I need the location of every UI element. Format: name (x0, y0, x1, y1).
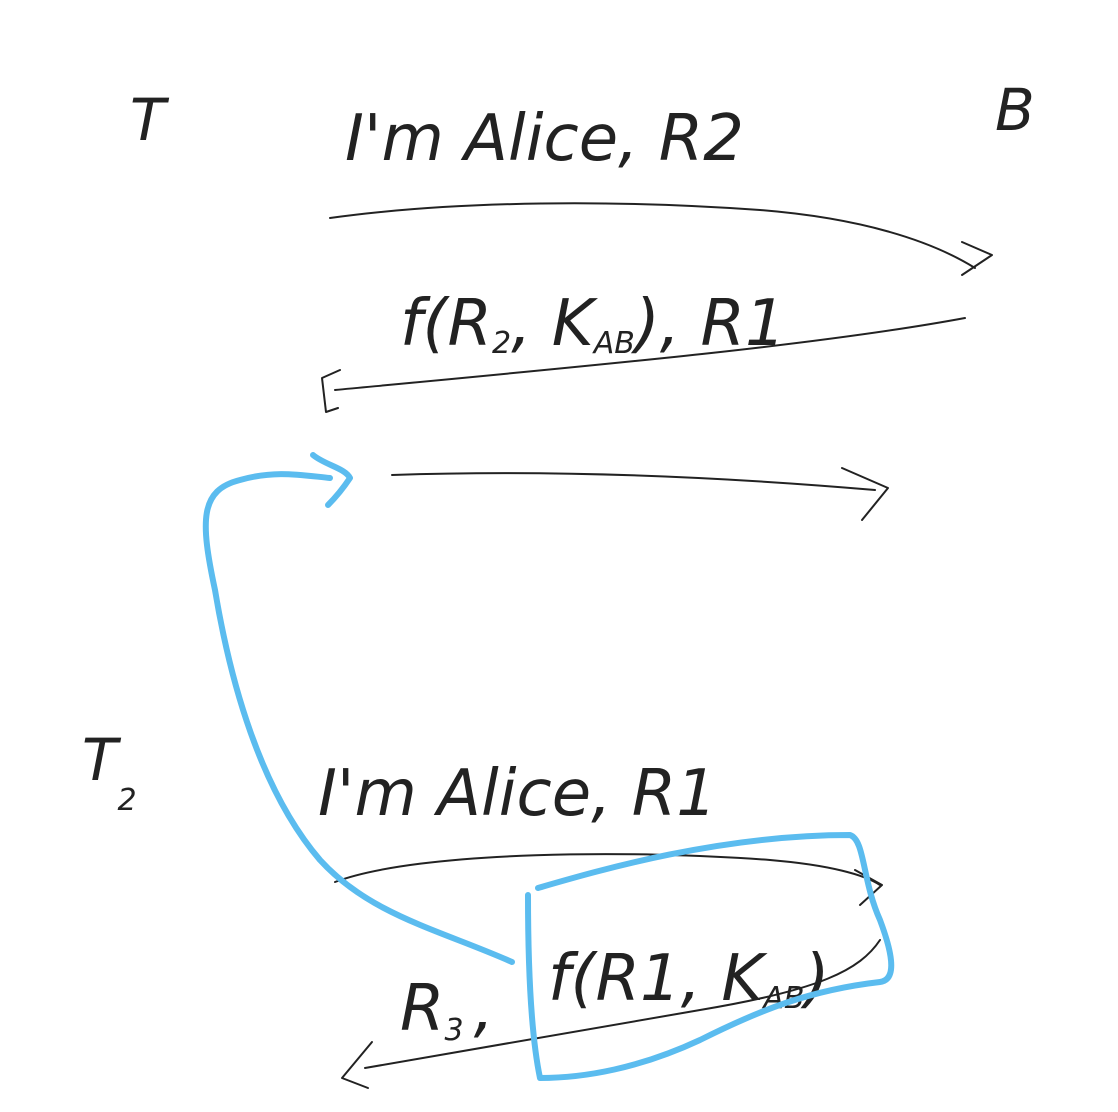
session1-msg1-arrowhead (961, 241, 993, 276)
session2-msg1-text: I'm Alice, R1 (318, 757, 717, 831)
session1-msg2-text: f(R2, KAB), R1 (400, 287, 786, 361)
protocol-sketch: T B I'm Alice, R2 f(R2, KAB), R1 T2 I'm … (82, 76, 1035, 1089)
trudy2-label: T2 (82, 726, 137, 818)
session2-msg2-arrowhead (341, 1041, 373, 1089)
session1-msg2-arrowhead (321, 369, 341, 413)
session1-msg3-arrow (391, 472, 876, 491)
highlight-reuse-arrow (202, 471, 515, 965)
trudy-label: T (130, 86, 170, 154)
session2-msg2-r3: R3, (400, 972, 494, 1048)
session1-msg1-arrow (329, 202, 976, 269)
bob-label: B (995, 76, 1035, 144)
session1-msg3-arrowhead (841, 467, 889, 521)
session1-msg1-text: I'm Alice, R2 (345, 102, 744, 176)
